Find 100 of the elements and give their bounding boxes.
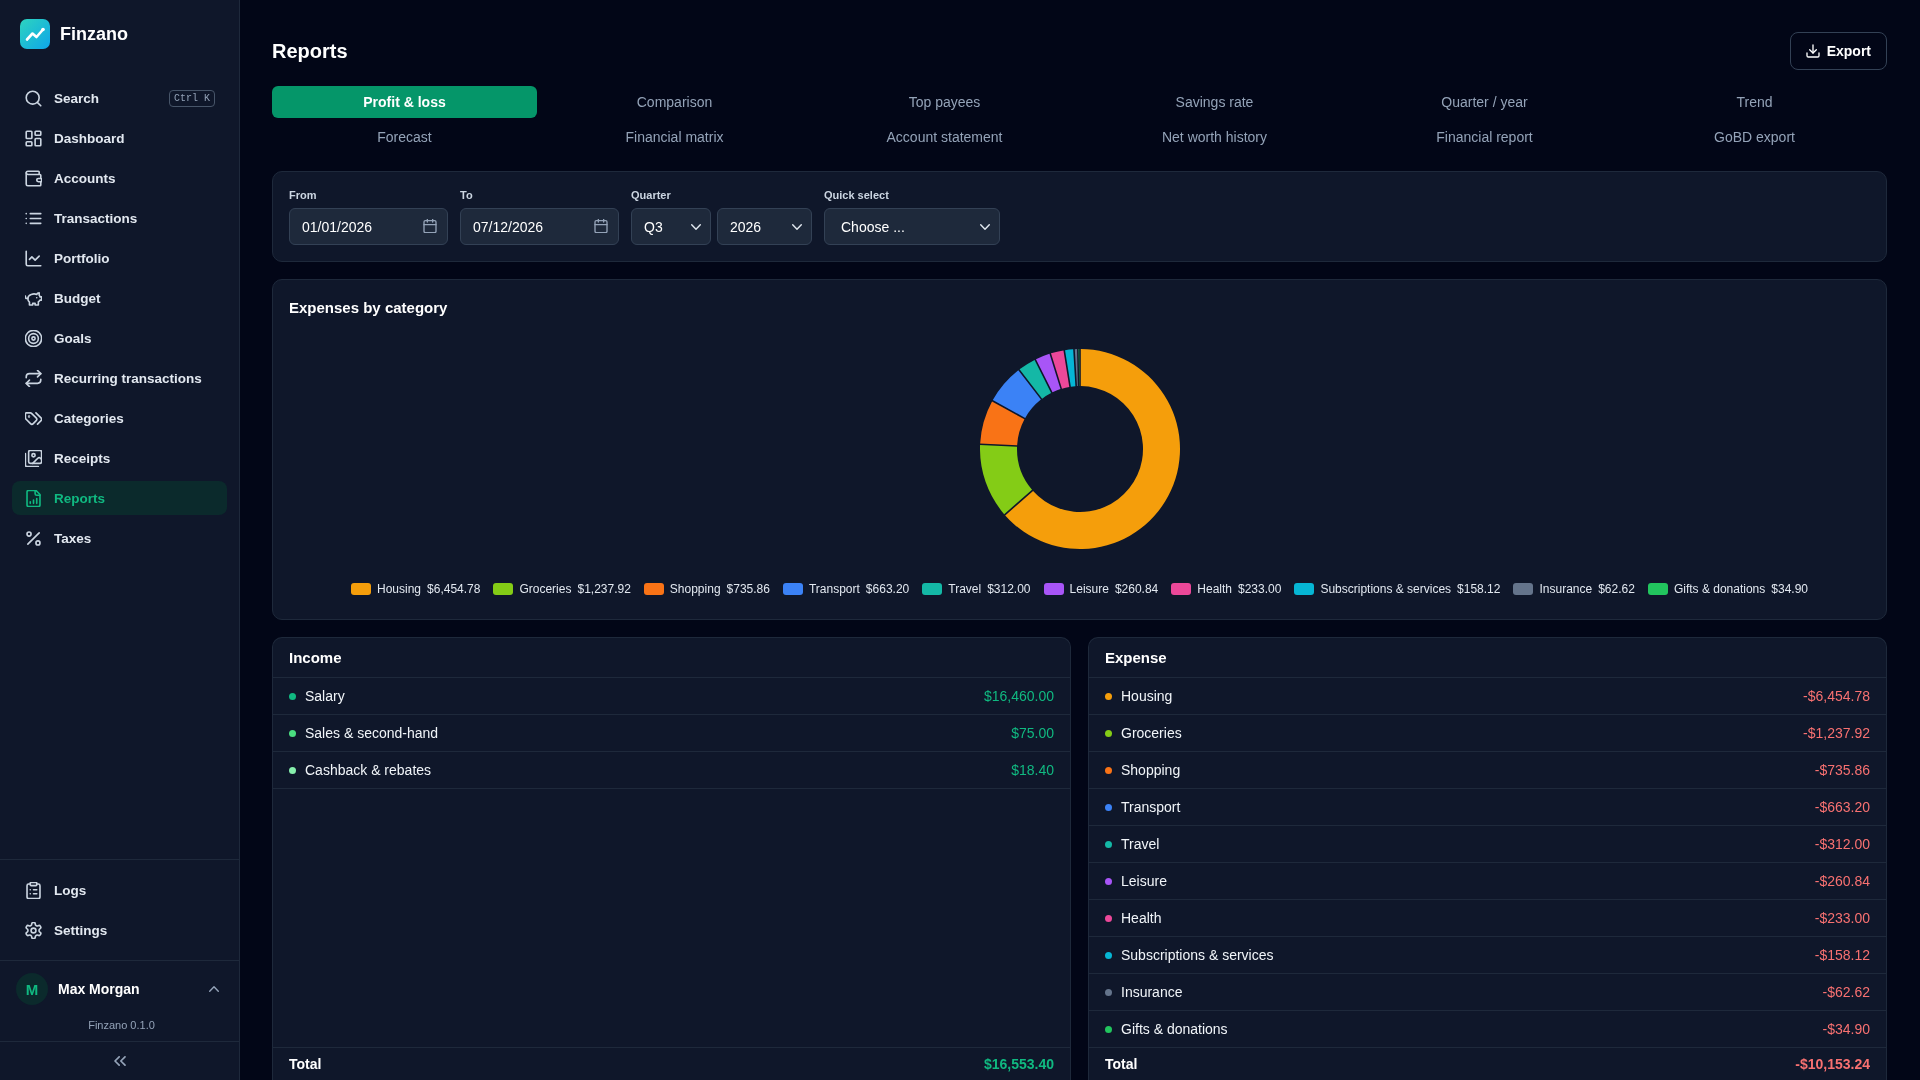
date-field[interactable]: 07/12/2026 <box>460 208 619 245</box>
amount-value: -$1,237.92 <box>1803 725 1870 741</box>
field-label: From <box>289 189 318 202</box>
target-icon <box>25 329 42 347</box>
amount-value: -$735.86 <box>1814 762 1870 778</box>
category-label: Salary <box>305 688 345 704</box>
chart-title: Expenses by category <box>289 298 449 318</box>
user-menu-button[interactable]: M Max Morgan <box>16 973 227 1005</box>
legend-value: $260.84 <box>1114 582 1159 596</box>
report-tab[interactable]: Savings rate <box>1082 86 1347 118</box>
panel-title: Income <box>273 638 1070 678</box>
total-label: Total <box>1105 1056 1138 1072</box>
legend-label: Health <box>1197 582 1232 596</box>
chevron-down-icon <box>980 223 990 230</box>
legend-value: $1,237.92 <box>577 582 631 596</box>
category-label: Housing <box>1121 688 1173 704</box>
nav-link[interactable]: Recurring transactions <box>12 361 227 395</box>
report-tab[interactable]: Account statement <box>812 121 1077 153</box>
nav-link[interactable]: Reports <box>12 481 227 515</box>
report-tab[interactable]: Financial report <box>1352 121 1617 153</box>
legend-label: Leisure <box>1069 582 1109 596</box>
nav-link[interactable]: Categories <box>12 401 227 435</box>
amount-value: $75.00 <box>1011 725 1054 741</box>
total-amount: -$10,153.24 <box>1795 1056 1870 1072</box>
nav-link[interactable]: Settings <box>12 913 227 947</box>
nav-link[interactable]: Transactions <box>12 201 227 235</box>
amount-value: -$34.90 <box>1822 1021 1870 1037</box>
report-tab[interactable]: Quarter / year <box>1352 86 1617 118</box>
field-label: Quarter <box>631 189 672 202</box>
amount-value: -$62.62 <box>1822 984 1870 1000</box>
keyboard-shortcut: Ctrl K <box>169 89 215 107</box>
calendar-icon <box>423 219 437 233</box>
collapse-sidebar-button[interactable] <box>111 1054 128 1068</box>
amount-value: -$6,454.78 <box>1803 688 1870 704</box>
legend-label: Subscriptions & services <box>1320 582 1452 596</box>
category-label: Shopping <box>1121 762 1181 778</box>
chevron-down-icon <box>792 223 802 230</box>
legend-value: $735.86 <box>726 582 770 596</box>
line-chart-icon <box>25 249 42 267</box>
legend-label: Housing <box>377 582 422 596</box>
panel-title: Expense <box>1089 638 1886 678</box>
legend-value: $62.62 <box>1598 582 1635 596</box>
category-label: Sales & second-hand <box>305 725 439 741</box>
nav-link[interactable]: Taxes <box>12 521 227 555</box>
legend-value: $663.20 <box>865 582 910 596</box>
category-label: Gifts & donations <box>1121 1021 1228 1037</box>
amount-value: -$233.00 <box>1814 910 1870 926</box>
nav-link[interactable]: Accounts <box>12 161 227 195</box>
amount-value: $16,460.00 <box>983 688 1054 704</box>
nav-link[interactable]: Portfolio <box>12 241 227 275</box>
legend-label: Gifts & donations <box>1673 582 1766 596</box>
report-tab[interactable]: Financial matrix <box>542 121 807 153</box>
amount-value: -$260.84 <box>1814 873 1870 889</box>
quick-select-dropdown[interactable]: Choose ... <box>824 208 1000 245</box>
nav-link[interactable]: Goals <box>12 321 227 355</box>
percent-icon <box>25 529 42 547</box>
category-label: Leisure <box>1121 873 1167 889</box>
user-avatar: M <box>16 973 48 1005</box>
report-tab[interactable]: Profit & loss <box>272 86 537 118</box>
legend-label: Shopping <box>669 582 721 596</box>
images-icon <box>25 449 42 467</box>
repeat-icon <box>25 369 42 387</box>
export-button[interactable]: Export <box>1789 32 1887 70</box>
field-label: Quick select <box>824 189 890 202</box>
chevron-up-icon <box>209 986 219 992</box>
legend-label: Transport <box>808 582 860 596</box>
search-button[interactable]: Search Ctrl K <box>12 81 227 115</box>
nav-link[interactable]: Dashboard <box>12 121 227 155</box>
nav-link[interactable]: Budget <box>12 281 227 315</box>
app-name: Finzano <box>60 23 128 45</box>
report-tab[interactable]: GoBD export <box>1622 121 1887 153</box>
legend-label: Travel <box>948 582 982 596</box>
category-label: Travel <box>1121 836 1160 852</box>
report-tab[interactable]: Net worth history <box>1082 121 1347 153</box>
page-title: Reports <box>272 39 348 63</box>
nav-link[interactable]: Logs <box>12 873 227 907</box>
category-label: Transport <box>1121 799 1181 815</box>
report-tab[interactable]: Forecast <box>272 121 537 153</box>
amount-value: -$312.00 <box>1814 836 1870 852</box>
year-dropdown[interactable]: 2026 <box>717 208 812 245</box>
legend-label: Insurance <box>1539 582 1593 596</box>
category-label: Cashback & rebates <box>305 762 432 778</box>
logo-icon <box>20 19 50 49</box>
report-tab[interactable]: Comparison <box>542 86 807 118</box>
report-tab[interactable]: Top payees <box>812 86 1077 118</box>
report-tab[interactable]: Trend <box>1622 86 1887 118</box>
nav-link[interactable]: Receipts <box>12 441 227 475</box>
amount-value: -$158.12 <box>1814 947 1870 963</box>
file-chart-icon <box>25 489 42 507</box>
date-field[interactable]: 01/01/2026 <box>289 208 448 245</box>
calendar-icon <box>594 219 608 233</box>
category-label: Subscriptions & services <box>1121 947 1274 963</box>
download-icon <box>1805 44 1820 58</box>
legend-value: $312.00 <box>987 582 1031 596</box>
piggy-bank-icon <box>25 289 42 307</box>
legend-value: $158.12 <box>1457 582 1501 596</box>
quarter-dropdown[interactable]: Q3 <box>631 208 711 245</box>
tags-icon <box>25 409 42 427</box>
settings-icon <box>25 921 42 939</box>
total-amount: $16,553.40 <box>983 1056 1054 1072</box>
